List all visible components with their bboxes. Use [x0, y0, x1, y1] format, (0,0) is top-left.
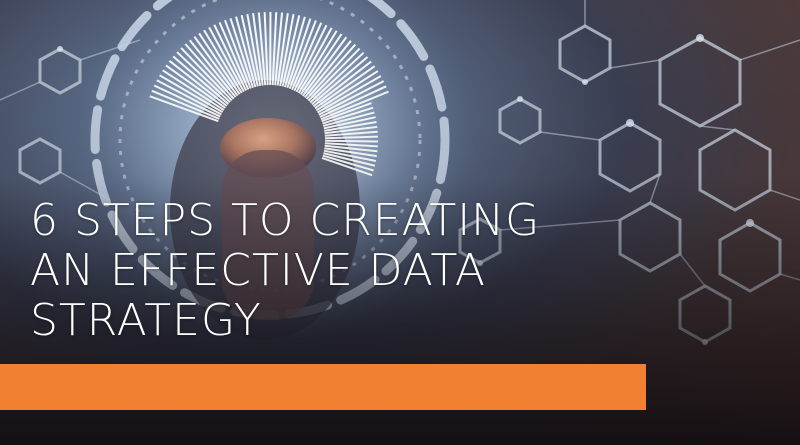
headline-line-2: AN EFFECTIVE DATA: [30, 245, 487, 296]
headline-line-1: 6 STEPS TO CREATING: [30, 195, 541, 246]
accent-bar: [0, 364, 646, 410]
hero-banner: 6 STEPS TO CREATING AN EFFECTIVE DATA ST…: [0, 0, 800, 445]
headline-line-3: STRATEGY: [30, 295, 262, 346]
headline: 6 STEPS TO CREATING AN EFFECTIVE DATA ST…: [30, 196, 590, 346]
